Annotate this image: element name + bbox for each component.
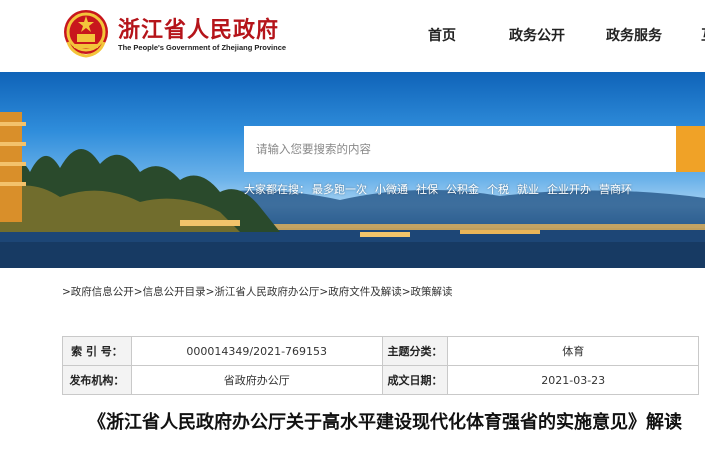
hot-search-item[interactable]: 社保: [416, 183, 438, 196]
banner: 大家都在搜：最多跑一次小微通社保公积金个税就业企业开办营商环: [0, 72, 705, 268]
date-label: 成文日期：: [381, 365, 449, 395]
publisher-label: 发布机构：: [62, 365, 132, 395]
index-number-label: 索 引 号：: [62, 336, 132, 366]
nav-item-interaction[interactable]: 互: [701, 25, 705, 45]
search-button[interactable]: [676, 126, 705, 172]
category-value: 体育: [447, 336, 699, 366]
index-number-value: 000014349/2021-769153: [130, 336, 383, 366]
national-emblem-icon[interactable]: [62, 8, 110, 58]
search-box: [244, 126, 676, 172]
hot-search-item[interactable]: 就业: [517, 183, 539, 196]
table-row: 发布机构： 省政府办公厅 成文日期： 2021-03-23: [62, 365, 699, 395]
category-label: 主题分类：: [381, 336, 449, 366]
nav-item-government-services[interactable]: 政务服务: [606, 25, 662, 45]
hot-search-label: 大家都在搜：: [244, 183, 310, 196]
nav-item-government-affairs-disclosure[interactable]: 政务公开: [509, 25, 565, 45]
hot-search-item[interactable]: 最多跑一次: [312, 183, 367, 196]
hot-search-item[interactable]: 企业开办: [547, 183, 591, 196]
article-title: 《浙江省人民政府办公厅关于高水平建设现代化体育强省的实施意见》解读: [88, 412, 682, 433]
breadcrumb[interactable]: >政府信息公开>信息公开目录>浙江省人民政府办公厅>政府文件及解读>政策解读: [62, 284, 453, 299]
hot-search-item[interactable]: 营商环: [599, 183, 632, 196]
date-value: 2021-03-23: [447, 365, 699, 395]
hot-search-item[interactable]: 个税: [487, 183, 509, 196]
site-header: 浙江省人民政府 The People's Government of Zheji…: [0, 0, 705, 72]
hot-search-item[interactable]: 小微通: [375, 183, 408, 196]
search-icon: [676, 126, 705, 172]
hot-search-row: 大家都在搜： 最多跑一次 小微通 社保 公积金 个税 就业 企业开办 营商环: [244, 181, 640, 197]
table-row: 索 引 号： 000014349/2021-769153 主题分类： 体育: [62, 336, 699, 366]
search-input[interactable]: [244, 126, 676, 172]
hot-search-item[interactable]: 公积金: [446, 183, 479, 196]
publisher-value: 省政府办公厅: [130, 365, 383, 395]
site-subtitle: The People's Government of Zhejiang Prov…: [118, 43, 287, 52]
document-info-table: 索 引 号： 000014349/2021-769153 主题分类： 体育 发布…: [62, 336, 699, 395]
site-title[interactable]: 浙江省人民政府: [118, 12, 279, 44]
nav-item-home[interactable]: 首页: [428, 25, 456, 45]
